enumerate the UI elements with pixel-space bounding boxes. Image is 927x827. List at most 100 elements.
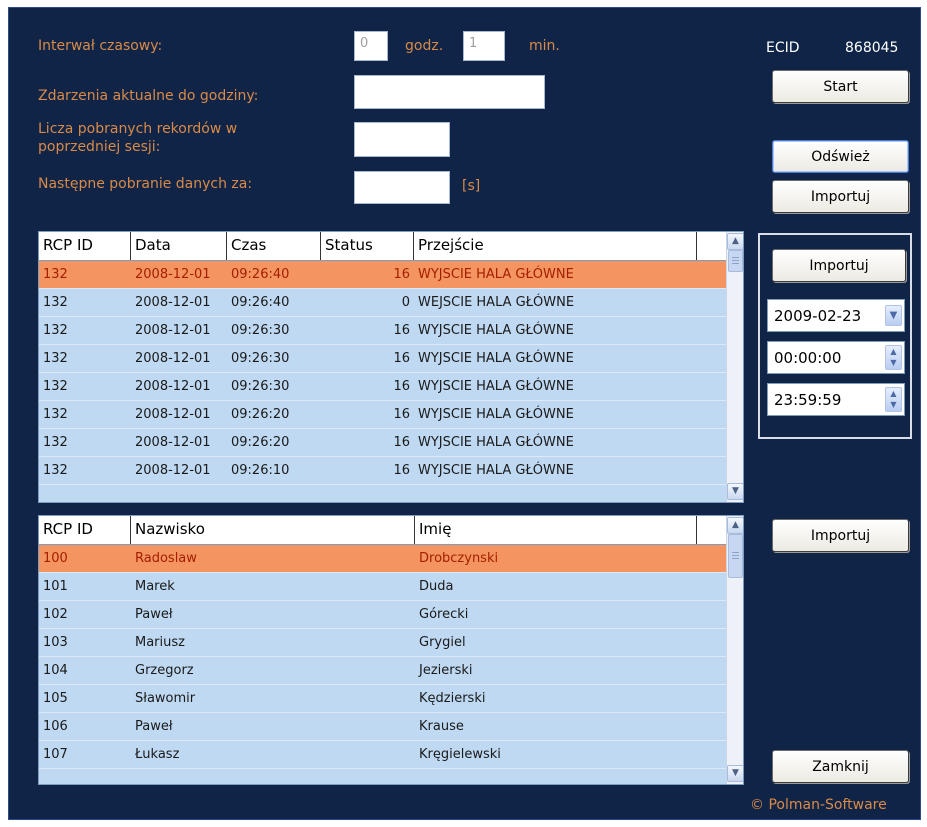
event-cell: 132 [43,407,68,422]
table-row[interactable]: 132 2008-12-01 09:26:30 16 WYJSCIE HALA GŁÓW… [39,345,743,373]
person-cell: Paweł [135,719,173,734]
person-cell: 106 [43,719,68,734]
event-cell: 132 [43,295,68,310]
table-row[interactable]: 132 2008-12-01 09:26:30 16 WYJSCIE HALA GŁÓW… [39,317,743,345]
chevron-down-icon[interactable]: ▼ [885,305,902,326]
table-row[interactable]: 132 2008-12-01 09:26:30 16 WYJSCIE HALA GŁÓW… [39,373,743,401]
next-download-input[interactable] [354,171,450,204]
event-cell: 2008-12-01 [135,435,211,450]
spinner-arrows-icon[interactable]: ▲ ▼ [885,387,902,412]
col-header-rcp-id[interactable]: RCP ID [39,516,131,544]
table-row[interactable]: 132 2008-12-01 09:26:10 16 WYJSCIE HALA GŁÓW… [39,457,743,485]
import-events-button[interactable]: Importuj [772,249,906,282]
hours-unit-label: godz. [405,38,444,54]
event-cell: 16 [393,407,410,422]
event-cell: 16 [393,351,410,366]
scroll-down-icon[interactable]: ▼ [727,765,743,782]
event-cell: 16 [393,463,410,478]
scroll-thumb[interactable] [728,250,743,272]
event-cell: 132 [43,463,68,478]
person-cell: Kręgielewski [419,747,501,762]
col-header-name[interactable]: Imię [415,516,697,544]
time-to-spinner[interactable]: 23:59:59 ▲ ▼ [767,383,905,416]
table-row[interactable]: 132 2008-12-01 09:26:20 16 WYJSCIE HALA GŁÓW… [39,401,743,429]
event-cell: WYJSCIE HALA GŁÓWNE [418,379,574,394]
person-cell: 105 [43,691,68,706]
table-row[interactable]: 100 Radoslaw Drobczynski [39,545,743,573]
table-row[interactable]: 132 2008-12-01 09:26:40 0 WEJSCIE HALA GŁÓWN… [39,289,743,317]
spinner-arrows-icon[interactable]: ▲ ▼ [885,345,902,370]
person-cell: Jezierski [419,663,473,678]
ecid-label: ECID [766,40,800,56]
table-row[interactable]: 105 Sławomir Kędzierski [39,685,743,713]
event-cell: WEJSCIE HALA GŁÓWNE [418,295,575,310]
time-from-spinner[interactable]: 00:00:00 ▲ ▼ [767,341,905,374]
event-cell: WYJSCIE HALA GŁÓWNE [418,267,574,282]
table-row[interactable]: 101 Marek Duda [39,573,743,601]
import-button-top[interactable]: Importuj [772,180,909,213]
records-label-line1: Licza pobranych rekordów w [38,121,238,137]
person-cell: Kędzierski [419,691,486,706]
person-cell: Grzegorz [135,663,194,678]
event-cell: 09:26:40 [231,267,290,282]
person-cell: 107 [43,747,68,762]
person-cell: Krause [419,719,464,734]
close-button[interactable]: Zamknij [772,750,909,783]
table-row[interactable]: 103 Mariusz Grygiel [39,629,743,657]
interval-minutes-input[interactable]: 1 [463,31,505,61]
time-to-value: 23:59:59 [774,391,842,409]
events-scrollbar[interactable]: ▲ ▼ [726,232,743,502]
events-grid: RCP ID Data Czas Status Przejście 132 200… [38,231,744,503]
event-cell: 09:26:10 [231,463,290,478]
seconds-unit-label: [s] [462,178,481,194]
event-cell: 132 [43,435,68,450]
table-row[interactable]: 106 Paweł Krause [39,713,743,741]
scroll-down-icon[interactable]: ▼ [727,483,743,500]
event-cell: 16 [393,267,410,282]
event-cell: 132 [43,267,68,282]
refresh-button[interactable]: Odśwież [772,140,909,173]
table-row[interactable]: 132 2008-12-01 09:26:40 16 WYJSCIE HALA GŁÓW… [39,261,743,289]
records-count-input[interactable] [354,122,450,157]
events-until-input[interactable] [354,75,545,109]
date-picker[interactable]: 2009-02-23 ▼ [767,299,905,332]
interval-hours-input[interactable]: 0 [354,31,388,61]
date-value: 2009-02-23 [774,307,862,325]
interval-label: Interwał czasowy: [38,38,163,54]
scroll-thumb[interactable] [728,534,743,578]
event-cell: 16 [393,323,410,338]
col-header-surname[interactable]: Nazwisko [131,516,415,544]
col-header-date[interactable]: Data [131,232,227,260]
copyright-label: © Polman-Software [750,797,887,813]
event-cell: 09:26:20 [231,407,290,422]
person-cell: Mariusz [135,635,185,650]
table-row[interactable]: 104 Grzegorz Jezierski [39,657,743,685]
event-cell: 09:26:30 [231,379,290,394]
event-cell: 16 [393,435,410,450]
time-from-value: 00:00:00 [774,349,842,367]
main-window: Interwał czasowy: 0 godz. 1 min. Zdarzen… [8,7,921,820]
event-cell: 132 [43,323,68,338]
people-scrollbar[interactable]: ▲ ▼ [726,516,743,784]
scroll-up-icon[interactable]: ▲ [727,233,743,250]
start-button[interactable]: Start [772,70,909,103]
date-filter-panel: Importuj 2009-02-23 ▼ 00:00:00 ▲ ▼ 23:59:… [758,233,912,439]
col-header-rcp-id[interactable]: RCP ID [39,232,131,260]
scroll-up-icon[interactable]: ▲ [727,517,743,534]
event-cell: 2008-12-01 [135,407,211,422]
person-cell: Łukasz [135,747,180,762]
col-header-time[interactable]: Czas [227,232,321,260]
people-grid-body: 100 Radoslaw Drobczynski 101 Marek Duda 102 Paw… [39,545,743,769]
import-people-button[interactable]: Importuj [772,519,909,552]
table-row[interactable]: 107 Łukasz Kręgielewski [39,741,743,769]
table-row[interactable]: 102 Paweł Górecki [39,601,743,629]
person-cell: Duda [419,579,454,594]
table-row[interactable]: 132 2008-12-01 09:26:20 16 WYJSCIE HALA GŁÓW… [39,429,743,457]
people-grid: RCP ID Nazwisko Imię 100 Radoslaw Drobczyn… [38,515,744,785]
col-header-status[interactable]: Status [321,232,414,260]
col-header-passage[interactable]: Przejście [414,232,697,260]
person-cell: 102 [43,607,68,622]
person-cell: 104 [43,663,68,678]
event-cell: WYJSCIE HALA GŁÓWNE [418,323,574,338]
person-cell: 101 [43,579,68,594]
